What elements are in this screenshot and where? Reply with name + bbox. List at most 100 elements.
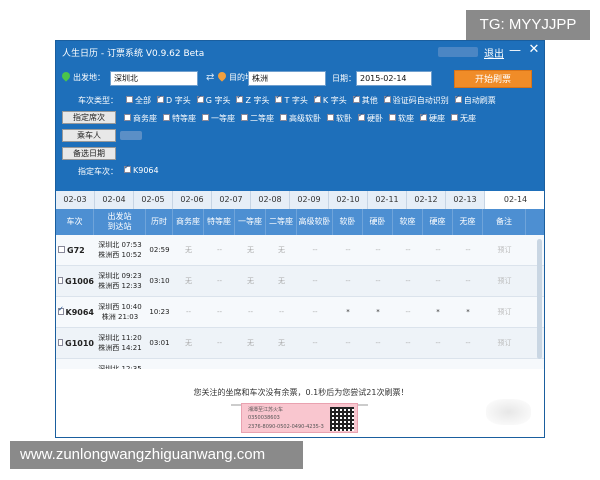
blurred-username [438, 47, 478, 57]
table-scrollbar[interactable] [537, 239, 542, 359]
seat-class-button[interactable]: 指定席次 [62, 111, 116, 124]
train-type-option[interactable]: D 字头 [157, 93, 191, 106]
arrival-line: 株洲西 10:52 [98, 250, 141, 260]
tab-date[interactable]: 02-12 [407, 191, 446, 209]
train-type-checkbox[interactable] [454, 93, 462, 103]
seat-option[interactable]: 二等座 [241, 113, 274, 124]
seat-checkbox[interactable] [358, 111, 365, 121]
tab-date[interactable]: 02-06 [173, 191, 212, 209]
seat-availability-cell: -- [312, 339, 318, 347]
seat-option[interactable]: 商务座 [124, 113, 157, 124]
seat-checkbox[interactable] [241, 114, 248, 121]
seat-checkbox[interactable] [202, 114, 209, 121]
train-type-checkbox[interactable] [313, 93, 321, 103]
close-button[interactable]: ✕ [527, 42, 541, 57]
train-type-option[interactable]: G 字头 [196, 93, 230, 106]
table-row[interactable]: G72 深圳北 07:53 株洲西 10:52 02:59 无 -- 无无 -- -- -- -- -… [56, 235, 544, 266]
tab-date[interactable]: 02-08 [251, 191, 290, 209]
train-code-cell[interactable]: G72 [56, 235, 94, 265]
seat-option[interactable]: 硬卧 [358, 111, 383, 124]
passenger-button[interactable]: 乘车人 [62, 129, 116, 142]
train-checkbox[interactable] [58, 305, 64, 315]
to-station-input[interactable]: 株洲 [248, 71, 326, 86]
seat-checkbox[interactable] [451, 114, 458, 121]
assigned-train-item[interactable]: K9064 [124, 163, 159, 175]
minimize-button[interactable]: — [508, 43, 522, 57]
tab-date[interactable]: 02-13 [446, 191, 485, 209]
train-type-option[interactable]: K 字头 [313, 93, 347, 106]
train-type-option[interactable]: 全部 [126, 95, 151, 106]
assigned-train-checkbox[interactable] [124, 163, 131, 173]
train-code-cell[interactable]: G1006 [56, 266, 94, 296]
train-checkbox[interactable] [58, 276, 64, 284]
seat-availability-cell: -- [345, 277, 351, 285]
seat-checkbox[interactable] [280, 114, 287, 121]
start-refresh-button[interactable]: 开始刷票 [454, 70, 532, 88]
tab-date[interactable]: 02-04 [95, 191, 134, 209]
duration-cell: 03:10 [149, 277, 170, 285]
date-input[interactable]: 2015-02-14 [356, 71, 432, 86]
train-checkbox[interactable] [58, 338, 64, 346]
table-row[interactable]: K9064深圳西 10:40株洲 21:0310:23----------**-… [56, 297, 544, 328]
seat-availability-cell: 无 [247, 339, 254, 347]
tab-date[interactable]: 02-05 [134, 191, 173, 209]
seat-availability-cell: * [466, 308, 470, 316]
ticket-image: 湘潭至江苏火车 0350038603 2376-8090-0502-0490-4… [231, 403, 368, 433]
train-type-checkbox[interactable] [236, 93, 244, 103]
seat-option[interactable]: 一等座 [202, 113, 235, 124]
seat-availability-cell: -- [247, 308, 254, 316]
train-type-checkbox[interactable] [126, 96, 133, 103]
seat-option[interactable]: 软座 [389, 113, 414, 124]
column-header: 无座 [453, 209, 483, 235]
train-type-checkbox[interactable] [275, 93, 283, 103]
book-link[interactable]: 预订 [483, 235, 526, 265]
tab-date[interactable]: 02-09 [290, 191, 329, 209]
column-header: 软座 [393, 209, 423, 235]
book-link[interactable]: 预订 [483, 297, 526, 327]
train-code-cell[interactable]: G1010 [56, 328, 94, 358]
table-row[interactable]: G1006 深圳北 09:23 株洲西 12:33 03:10 无 -- 无无 -- -- -- -… [56, 266, 544, 297]
duration-cell: 03:01 [149, 339, 170, 347]
seat-checkbox[interactable] [124, 114, 131, 121]
train-code-cell[interactable]: K9064 [56, 297, 94, 327]
seat-availability-cell: -- [216, 339, 223, 347]
seat-checkbox[interactable] [389, 114, 396, 121]
seat-option[interactable]: 高级软卧 [280, 113, 321, 124]
train-type-option[interactable]: T 字头 [275, 93, 308, 106]
seat-checkbox[interactable] [420, 111, 427, 121]
tab-date[interactable]: 02-10 [329, 191, 368, 209]
logout-link[interactable]: 退出 [484, 45, 504, 60]
tab-date[interactable]: 02-07 [212, 191, 251, 209]
book-link[interactable]: 预订 [483, 266, 526, 296]
train-type-option[interactable]: 验证码自动识别 [383, 93, 449, 106]
from-station-input[interactable]: 深圳北 [110, 71, 198, 86]
tab-date[interactable]: 02-14 [485, 191, 544, 209]
seat-option-label: 二等座 [250, 114, 274, 123]
backup-date-button[interactable]: 备选日期 [62, 147, 116, 160]
tab-date[interactable]: 02-03 [56, 191, 95, 209]
location-pin-icon [216, 70, 228, 82]
train-type-option[interactable]: 其他 [352, 93, 378, 106]
seat-availability-cell: * [376, 308, 380, 316]
seat-checkbox[interactable] [327, 114, 334, 121]
train-checkbox[interactable] [58, 245, 65, 253]
train-type-option[interactable]: 自动刷票 [454, 93, 496, 106]
train-type-checkbox[interactable] [157, 93, 164, 103]
train-type-checkbox[interactable] [196, 93, 204, 103]
seat-option[interactable]: 无座 [451, 113, 476, 124]
seat-availability-cell: -- [405, 246, 411, 254]
seat-option-label: 特等座 [172, 114, 196, 123]
seat-checkbox[interactable] [163, 114, 170, 121]
book-link[interactable]: 预订 [483, 328, 526, 358]
train-type-checkbox[interactable] [352, 93, 360, 103]
date-tabs: 02-03 02-04 02-05 02-06 02-07 02-08 02-09 02-10… [56, 191, 544, 209]
train-type-option[interactable]: Z 字头 [236, 93, 269, 106]
seat-option[interactable]: 特等座 [163, 113, 196, 124]
tab-date[interactable]: 02-11 [368, 191, 407, 209]
seat-option[interactable]: 硬座 [420, 111, 445, 124]
status-message: 您关注的坐席和车次没有余票，0.1秒后为您尝试21次刷票！ [193, 388, 409, 397]
swap-icon[interactable]: ⇄ [206, 72, 214, 83]
train-type-checkbox[interactable] [383, 93, 391, 103]
seat-option[interactable]: 软卧 [327, 113, 352, 124]
table-row[interactable]: G1010 深圳北 11:20 株洲西 14:21 03:01 无 -- 无无 -- -- -- -… [56, 328, 544, 359]
